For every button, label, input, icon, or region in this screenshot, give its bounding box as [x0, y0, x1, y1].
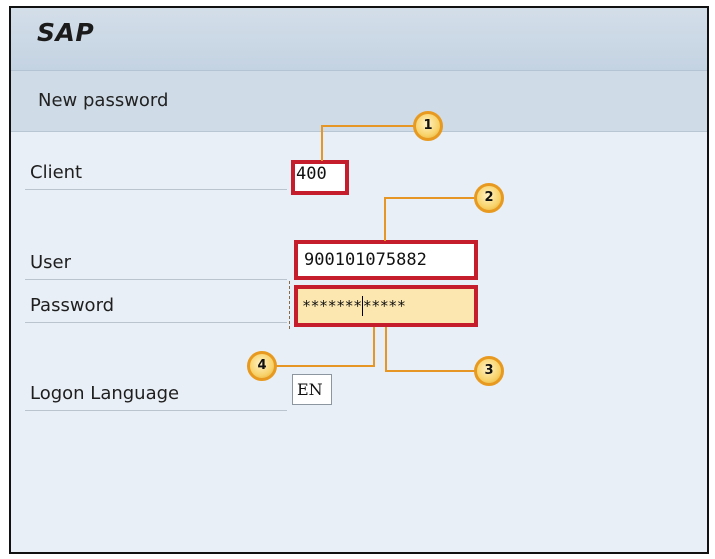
client-label: Client	[25, 162, 287, 190]
client-field[interactable]: 400	[291, 160, 349, 195]
field-divider	[289, 281, 291, 329]
sap-logon-window: SAP New password Client 400 User 9001010…	[9, 6, 709, 554]
callout-2-connector	[384, 197, 474, 241]
language-value: EN	[297, 380, 323, 399]
client-value: 400	[296, 164, 327, 184]
user-label: User	[25, 252, 287, 280]
screen-toolbar: New password	[11, 71, 707, 132]
password-mask-right: *****	[362, 297, 406, 315]
callout-3-badge: 3	[474, 356, 504, 386]
user-value: 900101075882	[304, 250, 427, 270]
new-password-button[interactable]: New password	[38, 90, 168, 111]
callout-1-badge: 1	[413, 111, 443, 141]
callout-4-badge: 4	[247, 351, 277, 381]
app-title: SAP	[37, 18, 95, 47]
callout-4-connector-horizontal	[276, 365, 375, 367]
callout-3-connector-vertical	[385, 327, 387, 372]
callout-1-connector	[321, 125, 413, 161]
title-bar: SAP	[11, 8, 707, 71]
password-field[interactable]: ******* *****	[294, 285, 478, 327]
password-label: Password	[25, 295, 287, 323]
user-field[interactable]: 900101075882	[294, 240, 478, 280]
password-mask-left: *******	[302, 297, 362, 315]
callout-2-badge: 2	[474, 183, 504, 213]
callout-4-connector-vertical	[373, 327, 375, 367]
callout-3-connector-horizontal	[385, 370, 475, 372]
logon-language-label: Logon Language	[25, 383, 287, 411]
language-field[interactable]: EN	[292, 374, 332, 405]
